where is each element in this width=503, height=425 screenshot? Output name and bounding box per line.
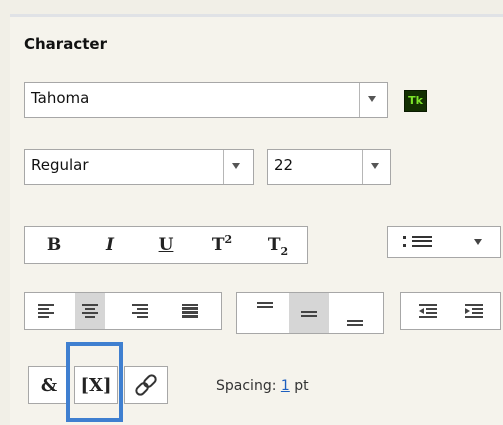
font-style-select[interactable]: Regular (24, 149, 254, 185)
subscript-button[interactable]: T2 (253, 227, 303, 263)
align-right-button[interactable] (125, 293, 155, 329)
justify-icon (182, 304, 198, 318)
superscript-base: T (211, 235, 225, 255)
bold-label: B (46, 235, 62, 255)
align-top-button[interactable] (245, 293, 285, 333)
chevron-down-icon[interactable] (371, 163, 379, 169)
chevron-down-icon[interactable] (368, 96, 376, 102)
align-left-button[interactable] (31, 293, 61, 329)
chevron-down-icon[interactable] (232, 163, 240, 169)
align-top-icon (257, 302, 273, 308)
bold-button[interactable]: B (31, 227, 77, 263)
indent-icon (465, 304, 483, 318)
section-title: Character (24, 35, 107, 53)
bullet-list-icon (403, 236, 482, 247)
ampersand-icon: & (40, 374, 58, 396)
outdent-button[interactable] (413, 293, 443, 329)
underline-button[interactable]: U (143, 227, 189, 263)
subscript-mark: 2 (280, 244, 289, 258)
underline-label: U (158, 235, 174, 255)
subscript-base: T (267, 235, 281, 255)
font-style-value: Regular (31, 156, 89, 174)
list-style-select[interactable] (387, 226, 501, 258)
superscript-mark: 2 (224, 232, 233, 246)
selection-highlight (66, 342, 123, 422)
font-size-select[interactable]: 22 (267, 149, 391, 185)
font-family-value: Tahoma (31, 89, 90, 107)
justify-button[interactable] (175, 293, 205, 329)
spacing-value[interactable]: 1 (281, 378, 290, 394)
vertical-align-group (236, 292, 384, 334)
combo-separator (359, 83, 360, 117)
combo-separator (223, 150, 224, 184)
combo-separator (362, 150, 363, 184)
hyperlink-button[interactable] (124, 366, 168, 404)
indent-button[interactable] (459, 293, 489, 329)
text-style-group: B I U T2 T2 (24, 226, 308, 264)
align-middle-button[interactable] (289, 293, 329, 333)
font-family-select[interactable]: Tahoma (24, 82, 388, 118)
align-middle-icon (301, 311, 317, 317)
superscript-button[interactable]: T2 (197, 227, 247, 263)
align-left-icon (38, 304, 54, 318)
paragraph-align-group (24, 292, 222, 330)
align-bottom-button[interactable] (335, 293, 375, 333)
ampersand-button[interactable]: & (28, 366, 70, 404)
spacing-unit: pt (294, 378, 309, 394)
align-center-button[interactable] (75, 293, 105, 329)
italic-label: I (106, 235, 114, 255)
spacing-label: Spacing: (216, 378, 277, 394)
link-icon (135, 374, 157, 396)
typekit-icon[interactable]: Tk (404, 90, 427, 112)
align-center-icon (82, 304, 98, 318)
italic-button[interactable]: I (87, 227, 133, 263)
align-right-icon (132, 304, 148, 318)
font-size-value: 22 (274, 156, 294, 174)
outdent-icon (419, 304, 437, 318)
indent-group (400, 292, 501, 330)
align-bottom-icon (347, 320, 363, 326)
spacing-control: Spacing: 1 pt (216, 378, 309, 394)
